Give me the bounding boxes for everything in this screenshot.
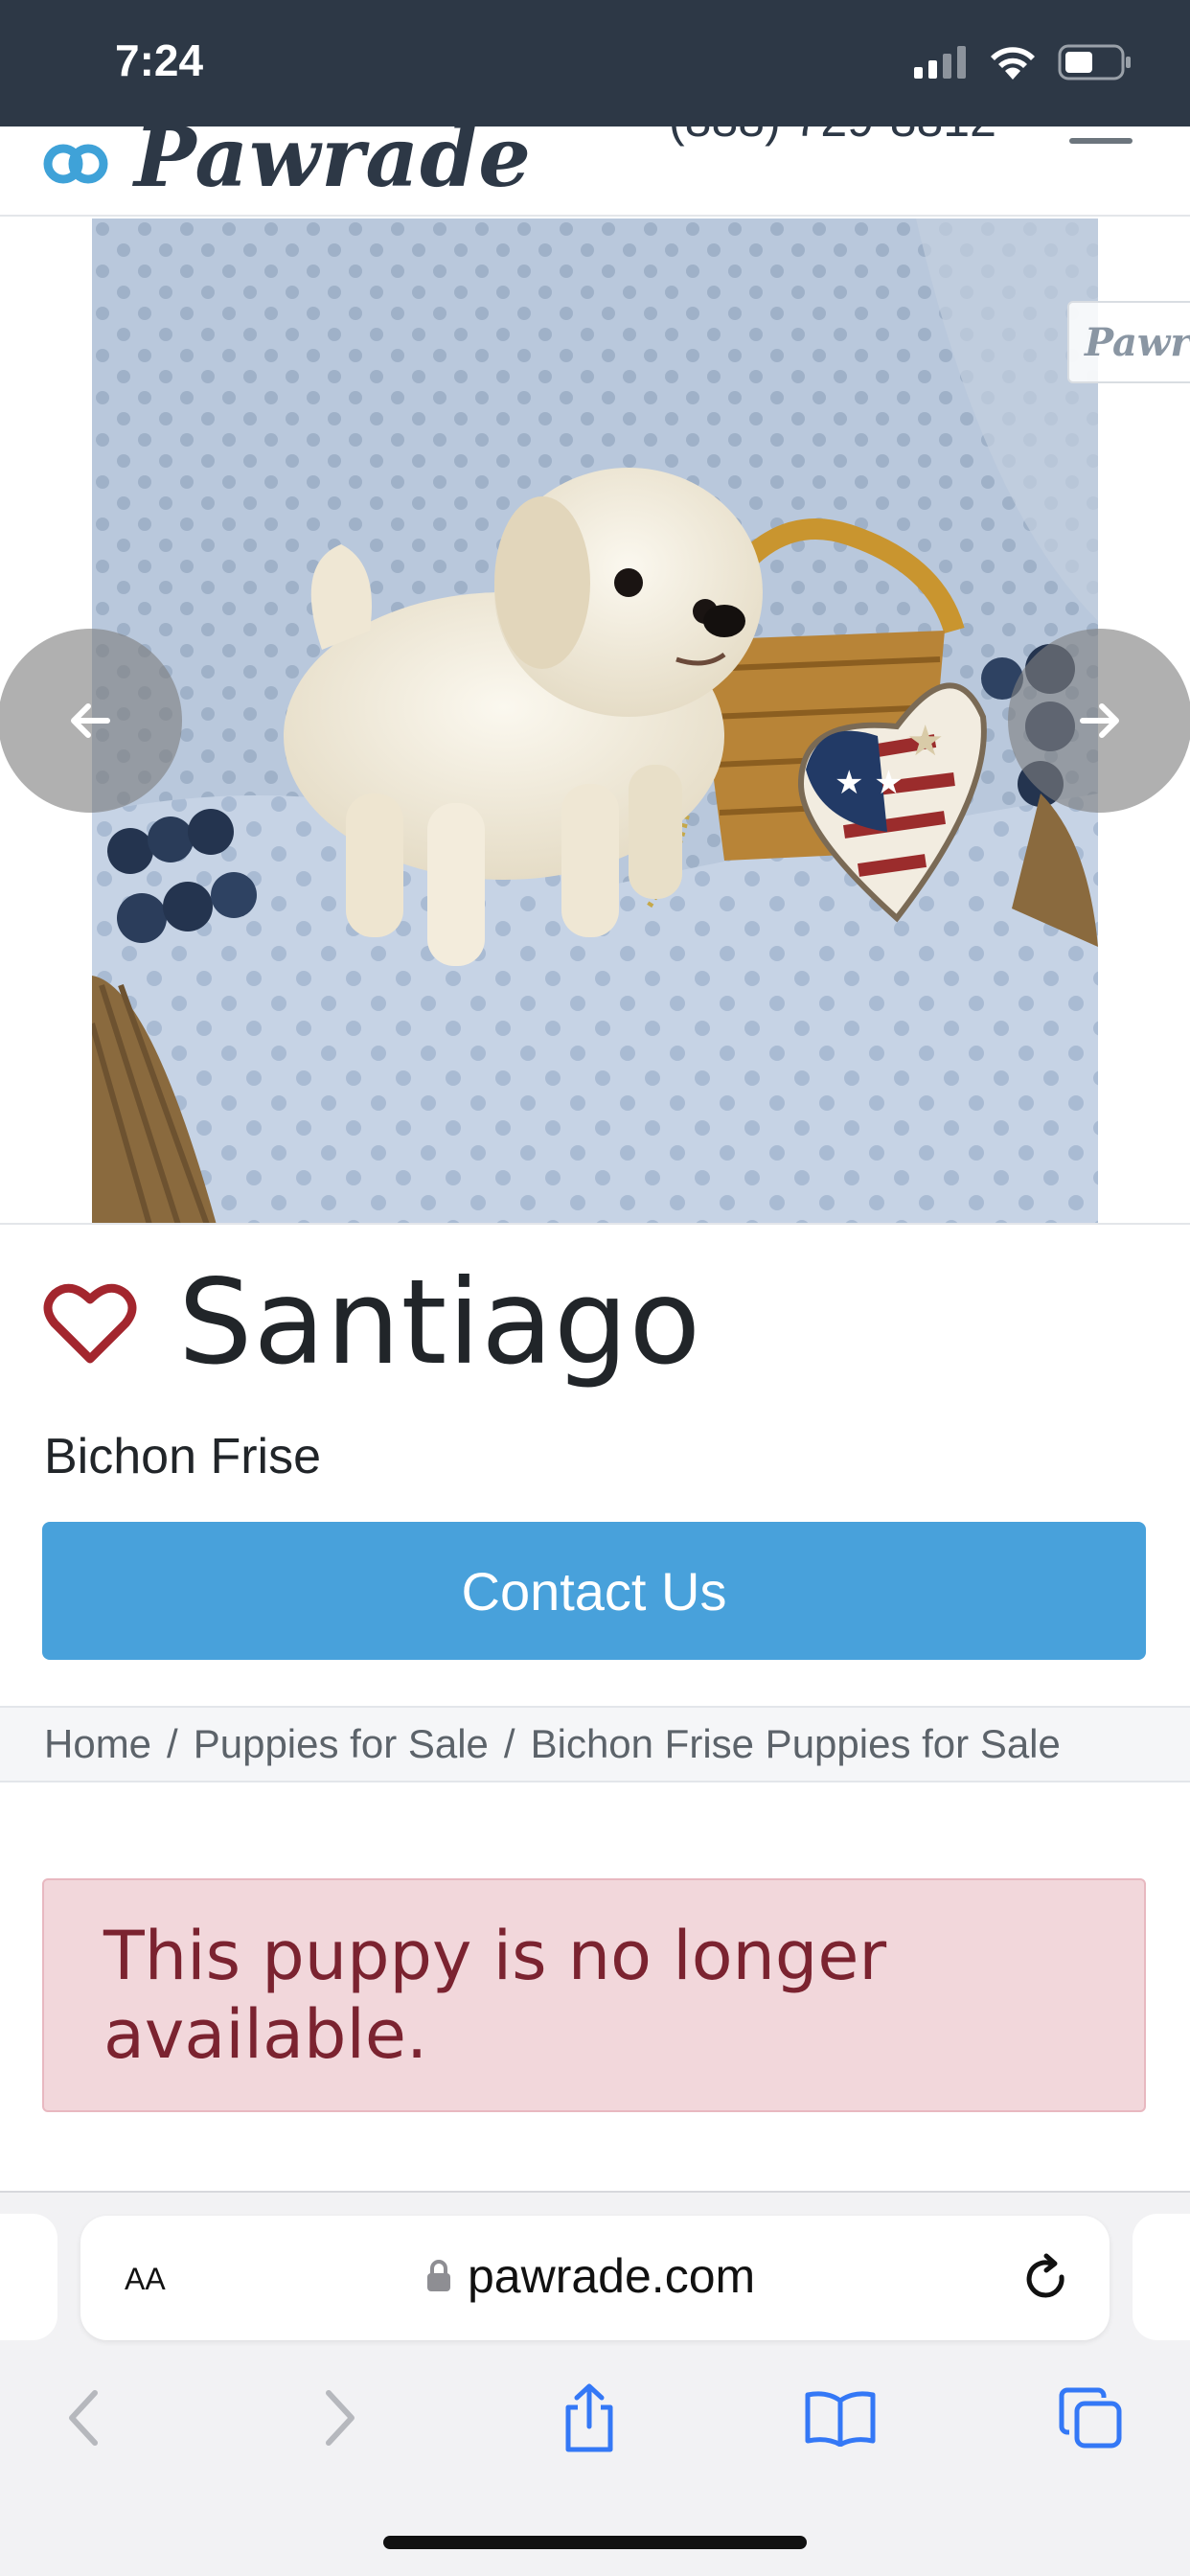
breadcrumb-home[interactable]: Home [44, 1721, 151, 1767]
text-size-label: AA [125, 2262, 166, 2296]
url-text: pawrade.com [468, 2249, 756, 2303]
puppy-breed: Bichon Frise [44, 1429, 321, 1484]
home-indicator[interactable] [383, 2536, 807, 2549]
phone-number[interactable]: (888) 729-8812 [669, 126, 996, 148]
puppy-photo: ★ ★ ★ [92, 218, 1098, 1223]
site-header: Pawrade (888) 729-8812 [0, 126, 1190, 217]
breadcrumb-separator: / [503, 1721, 515, 1766]
signal-icon [914, 46, 966, 79]
url-display[interactable]: pawrade.com [425, 2248, 755, 2304]
status-icons [914, 44, 1133, 80]
site-logo[interactable]: Pawrade [42, 126, 532, 206]
photo-gallery: ★ ★ ★ Pawr [0, 217, 1190, 1223]
heart-outline-icon [43, 1283, 137, 1364]
back-icon [69, 2390, 98, 2446]
previous-photo-button[interactable] [0, 629, 182, 813]
breadcrumb: Home / Puppies for Sale / Bichon Frise P… [0, 1706, 1190, 1782]
contact-us-button[interactable]: Contact Us [42, 1522, 1146, 1660]
battery-icon [1058, 44, 1131, 80]
svg-text:★: ★ [906, 717, 944, 766]
next-tab-preview[interactable] [1133, 2214, 1190, 2340]
next-photo-button[interactable] [1008, 629, 1190, 813]
back-button[interactable] [40, 2375, 126, 2461]
status-time: 7:24 [115, 35, 204, 85]
alert-message: This puppy is no longer available. [103, 1917, 887, 2074]
text-size-button[interactable]: AA [125, 2252, 166, 2300]
tabs-button[interactable] [1048, 2375, 1134, 2461]
breadcrumb-breed-page[interactable]: Bichon Frise Puppies for Sale [531, 1721, 1061, 1767]
breadcrumb-separator: / [167, 1721, 178, 1766]
bookmarks-icon [805, 2391, 876, 2447]
tabs-icon [1059, 2387, 1122, 2449]
forward-button[interactable] [297, 2375, 383, 2461]
hamburger-menu-icon [1069, 138, 1133, 144]
status-bar: 7:24 [0, 0, 1190, 126]
reload-icon[interactable] [1019, 2252, 1073, 2306]
lock-icon [427, 2260, 450, 2291]
favorite-button[interactable] [42, 1275, 138, 1370]
svg-text:★ ★: ★ ★ [835, 764, 904, 802]
forward-icon [326, 2390, 355, 2446]
share-icon [565, 2383, 613, 2452]
puppy-name: Santiago [178, 1254, 702, 1391]
arrow-left-icon [71, 703, 110, 738]
wifi-icon [991, 47, 1035, 80]
bookmarks-button[interactable] [797, 2375, 883, 2461]
browser-nav-row [0, 2375, 1190, 2461]
watermark: Pawrade [1067, 301, 1190, 383]
gallery-divider [0, 1223, 1190, 1225]
arrow-right-icon [1080, 703, 1119, 738]
puppy-title-row: Santiago [42, 1255, 701, 1390]
watermark-text: Pawrade [1085, 319, 1190, 365]
paw-logo-icon [43, 144, 108, 184]
puppy-photo-illustration: ★ ★ ★ [92, 218, 1098, 1223]
logo-text: Pawrade [134, 126, 532, 206]
address-bar[interactable]: AA pawrade.com [80, 2216, 1110, 2340]
hamburger-menu-button[interactable] [1069, 126, 1133, 165]
breadcrumb-puppies-for-sale[interactable]: Puppies for Sale [194, 1721, 489, 1767]
unavailable-alert: This puppy is no longer available. [42, 1878, 1146, 2112]
previous-tab-preview[interactable] [0, 2214, 57, 2340]
share-button[interactable] [546, 2375, 632, 2461]
